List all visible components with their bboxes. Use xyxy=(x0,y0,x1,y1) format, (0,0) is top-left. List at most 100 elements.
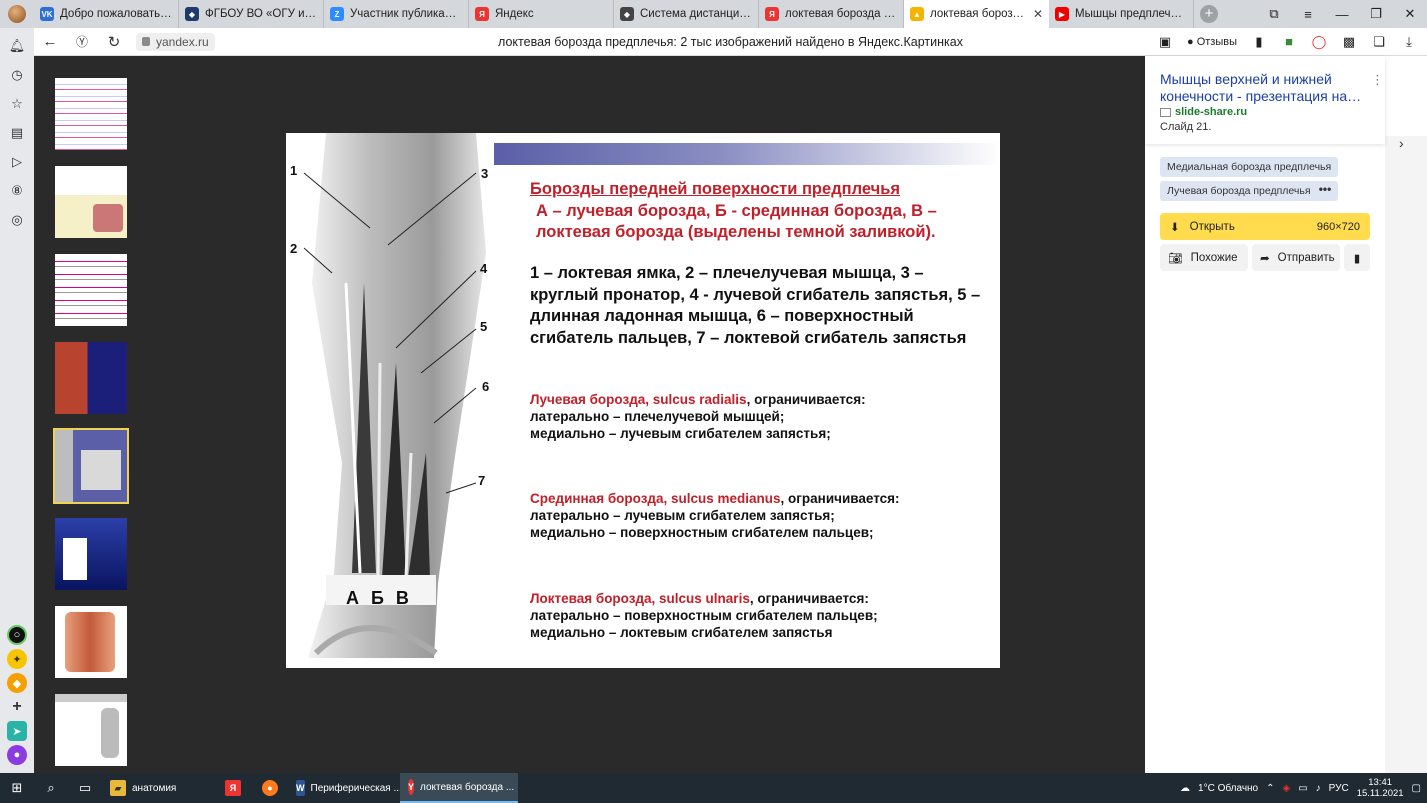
volume-icon[interactable]: ♪ xyxy=(1316,783,1321,794)
open-button[interactable]: ⬇ Открыть 960×720 xyxy=(1160,213,1370,240)
tab-lms[interactable]: ◆Система дистанционного обучения xyxy=(614,0,759,28)
ext-photo-icon[interactable]: ■ xyxy=(1281,34,1297,50)
bookmark-icon[interactable]: ▮ xyxy=(1251,34,1267,50)
minimize-button[interactable]: — xyxy=(1325,0,1359,28)
thumbnail[interactable] xyxy=(55,254,127,326)
more-chips-button[interactable]: ••• xyxy=(1312,181,1338,201)
close-window-button[interactable]: ✕ xyxy=(1393,0,1427,28)
windows-start-icon[interactable]: ⊞ xyxy=(0,773,34,803)
save-collection-button[interactable]: ▮ xyxy=(1344,244,1370,271)
related-chip[interactable]: Лучевая борозда предплечья xyxy=(1160,181,1318,201)
tab-strip: VKДобро пожаловать | ВКонтакте ◆ФГБОУ ВО… xyxy=(0,0,1427,28)
yandex-icon: Я xyxy=(225,780,241,796)
folder-icon: ▰ xyxy=(110,780,126,796)
thumbnail[interactable] xyxy=(55,342,127,414)
favorites-icon[interactable]: ☆ xyxy=(0,89,34,118)
thumbnail[interactable] xyxy=(55,694,127,766)
yandex-home-icon[interactable]: Ⓨ xyxy=(66,33,98,50)
tray-chevron-icon[interactable]: ⌃ xyxy=(1266,783,1274,794)
history-icon[interactable]: ◷ xyxy=(0,60,34,89)
add-app-icon[interactable]: + xyxy=(7,697,27,717)
menu-icon[interactable]: ≡ xyxy=(1291,0,1325,28)
related-chip[interactable]: Медиальная борозда предплечья xyxy=(1160,157,1339,177)
tab-search-active[interactable]: ▲локтевая борозда предплечья✕ xyxy=(904,0,1049,28)
language-indicator[interactable]: РУС xyxy=(1329,783,1349,794)
more-vertical-icon[interactable]: ⋮ xyxy=(1371,72,1384,88)
tab-vk[interactable]: VKДобро пожаловать | ВКонтакте xyxy=(34,0,179,28)
thumbnail-selected[interactable] xyxy=(53,428,129,504)
source-domain[interactable]: slide-share.ru xyxy=(1160,106,1247,118)
share-button[interactable]: ➦ Отправить xyxy=(1252,244,1340,271)
messenger-icon[interactable]: ➤ xyxy=(7,721,27,741)
thumbnail[interactable] xyxy=(55,166,127,238)
tabs-overview-icon[interactable]: ⧉ xyxy=(1257,0,1291,28)
screenshot-icon[interactable]: ◎ xyxy=(0,205,34,234)
reload-icon[interactable]: ↻ xyxy=(98,33,130,51)
counter-icon[interactable]: ⑧ xyxy=(0,176,34,205)
opera-icon[interactable]: ◯ xyxy=(1311,34,1327,50)
weather-text[interactable]: 1°C Облачно xyxy=(1198,783,1258,794)
thumbnail[interactable] xyxy=(55,606,127,678)
slide-heading: Борозды передней поверхности предплечья xyxy=(530,180,901,198)
next-arrow-icon[interactable]: › xyxy=(1399,135,1404,151)
search-icon[interactable]: ⌕ xyxy=(34,773,68,803)
tab-zoom[interactable]: ZУчастник публикации - 2 xyxy=(324,0,469,28)
image-size: 960×720 xyxy=(1316,220,1360,233)
window-controls: ⧉ ≡ — ❐ ✕ xyxy=(1257,0,1427,28)
vk-icon: VK xyxy=(40,7,54,21)
zen-app-icon[interactable]: ◆ xyxy=(7,673,27,693)
back-icon[interactable]: ← xyxy=(34,33,66,50)
extensions-icon[interactable]: ▣ xyxy=(1157,34,1173,50)
image-info-panel: Мышцы верхней и нижней конечности - през… xyxy=(1145,56,1427,773)
plus-icon: + xyxy=(1200,5,1218,23)
source-title-link[interactable]: Мышцы верхней и нижней конечности - през… xyxy=(1160,71,1370,105)
source-card: Мышцы верхней и нижней конечности - през… xyxy=(1145,56,1385,144)
taskbar-app-browser[interactable]: Yлоктевая борозда ... xyxy=(400,773,518,803)
tab-search-1[interactable]: Ялоктевая борозда предплечья xyxy=(759,0,904,28)
yandex-icon: Я xyxy=(475,7,489,21)
tab-university[interactable]: ◆ФГБОУ ВО «ОГУ имени И. С. Тургенева» xyxy=(179,0,324,28)
notifications-icon[interactable]: ▢ xyxy=(1412,783,1421,794)
tab-youtube[interactable]: ▶Мышцы предплечья и кисти xyxy=(1049,0,1194,28)
alice-app-icon[interactable]: ○ xyxy=(7,625,27,645)
clock[interactable]: 13:41 15.11.2021 xyxy=(1357,777,1404,799)
slide-header-bar xyxy=(494,143,1000,165)
music-app-icon[interactable]: ✦ xyxy=(7,649,27,669)
reviews-button[interactable]: ● Отзывы xyxy=(1187,36,1237,48)
close-viewer-icon[interactable]: ✕ xyxy=(1405,59,1423,79)
task-view-icon[interactable]: ▭ xyxy=(68,773,102,803)
thumbnail[interactable] xyxy=(55,518,127,590)
notes-icon[interactable]: ▤ xyxy=(0,118,34,147)
share-arrow-icon: ➦ xyxy=(1260,252,1270,265)
restore-button[interactable]: ❐ xyxy=(1359,0,1393,28)
new-tab-button[interactable]: + xyxy=(1194,0,1224,28)
taskbar-app-yandex[interactable]: Я xyxy=(214,773,252,803)
slide-image[interactable]: 1 2 3 4 5 6 7 АБВ Борозды передней повер… xyxy=(286,133,1000,668)
notifications-icon[interactable]: 🔔︎ xyxy=(0,31,34,60)
tab-yandex[interactable]: Я Яндекс xyxy=(469,0,614,28)
taskbar-app-explorer[interactable]: ▰ анатомия xyxy=(102,773,214,803)
thumbnail[interactable] xyxy=(55,78,127,150)
slide-legend: 1 – локтевая ямка, 2 – плечелучевая мышц… xyxy=(530,264,981,347)
university-icon: ◆ xyxy=(185,7,199,21)
word-icon: W xyxy=(296,780,305,796)
assistant-icon[interactable]: ● xyxy=(7,745,27,765)
taskbar-app-word[interactable]: W Периферическая ... xyxy=(288,773,402,803)
network-icon[interactable]: ▭ xyxy=(1298,783,1307,794)
download-icon[interactable]: ⤓ xyxy=(1401,34,1417,50)
ulnar-sulcus-block: Локтевая борозда, sulcus ulnaris, ограни… xyxy=(530,591,878,640)
taskbar-app-firefox[interactable]: ● xyxy=(252,773,288,803)
similar-button[interactable]: 📷︎ Похожие xyxy=(1160,244,1248,271)
browser-sidebar: 🔔︎ ◷ ☆ ▤ ▷ ⑧ ◎ ○ ✦ ◆ + ➤ ● xyxy=(0,28,34,773)
ext-lock-icon[interactable]: ▩ xyxy=(1341,34,1357,50)
antivirus-icon[interactable]: ◈ xyxy=(1283,783,1291,794)
figure-number: 5 xyxy=(480,319,488,334)
close-tab-icon[interactable]: ✕ xyxy=(1033,7,1043,21)
collections-icon[interactable]: ❏ xyxy=(1371,34,1387,50)
url-field[interactable]: yandex.ru xyxy=(136,32,215,51)
yandex-browser-icon: Y xyxy=(408,779,415,795)
panel-scrollbar[interactable] xyxy=(1385,136,1427,773)
video-icon[interactable]: ▷ xyxy=(0,147,34,176)
profile-avatar[interactable] xyxy=(0,0,34,28)
youtube-icon: ▶ xyxy=(1055,7,1069,21)
